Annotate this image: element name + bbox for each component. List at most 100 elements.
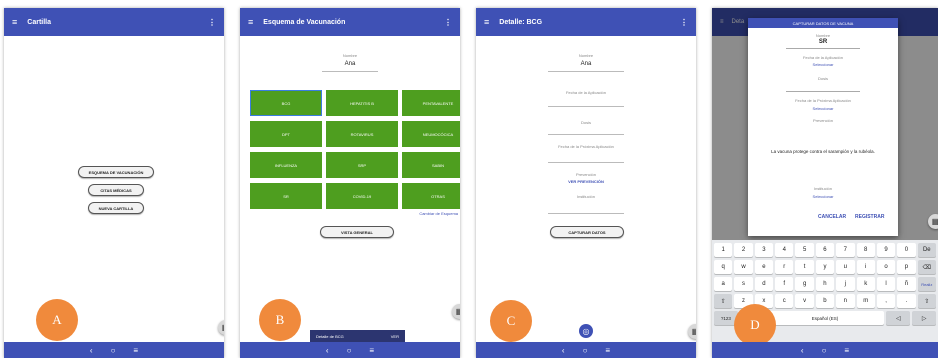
vaccine-tile-bcg[interactable]: BCG (250, 90, 322, 116)
qr-scan-icon[interactable]: ▦ (452, 304, 460, 319)
key[interactable]: a (714, 277, 733, 291)
home-icon[interactable]: ○ (822, 346, 827, 355)
key[interactable]: . (897, 294, 916, 308)
fab-camera-icon[interactable]: ◎ (579, 324, 593, 338)
vista-general-button[interactable]: VISTA GENERAL (320, 226, 394, 238)
key[interactable]: n (836, 294, 855, 308)
key[interactable]: d (754, 277, 774, 291)
citas-medicas-button[interactable]: CITAS MÉDICAS (88, 184, 144, 196)
capture-vaccine-dialog: CAPTURAR DATOS DE VACUNA Nombre SR Fecha… (748, 18, 898, 236)
menu-icon[interactable]: ≡ (248, 17, 253, 27)
key[interactable]: i (856, 260, 875, 274)
qr-scan-icon[interactable]: ▦ (928, 214, 938, 229)
key[interactable]: 4 (775, 243, 794, 257)
proxima-aplicacion-field[interactable] (548, 162, 624, 163)
vaccine-tile-sr[interactable]: SR (250, 183, 322, 209)
more-options-icon[interactable]: ⋮ (208, 18, 216, 27)
dialog-dosis-label: Dosis (817, 76, 828, 81)
key[interactable]: ñ (897, 277, 916, 291)
vaccine-tile-neumococica[interactable]: NEUMOCÓCICA (402, 121, 460, 147)
key[interactable]: t (795, 260, 814, 274)
vaccine-tile-sabin[interactable]: SABIN (402, 152, 460, 178)
ver-prevencion-link[interactable]: VER PREVENCIÓN (476, 179, 696, 184)
key[interactable]: 0 (897, 243, 916, 257)
vaccine-tile-otras[interactable]: OTRAS (402, 183, 460, 209)
back-icon[interactable]: ‹ (90, 346, 93, 355)
vaccine-tile-dpt[interactable]: DPT (250, 121, 322, 147)
dosis-input[interactable] (786, 91, 860, 92)
key[interactable]: j (836, 277, 855, 291)
home-icon[interactable]: ○ (111, 346, 116, 355)
more-options-icon[interactable]: ⋮ (444, 18, 452, 27)
fecha-aplicacion-field[interactable] (548, 106, 624, 107)
back-icon[interactable]: ‹ (562, 346, 565, 355)
key[interactable]: w (734, 260, 753, 274)
change-scheme-link[interactable]: Cambiar de Esquema (419, 211, 458, 216)
key[interactable]: b (815, 294, 835, 308)
register-button[interactable]: REGISTRAR (855, 214, 884, 220)
dosis-field[interactable] (548, 134, 624, 135)
home-icon[interactable]: ○ (347, 346, 352, 355)
key[interactable]: o (876, 260, 896, 274)
key[interactable]: q (714, 260, 733, 274)
key[interactable]: c (775, 294, 794, 308)
proxima-select-link[interactable]: Seleccionar (748, 106, 898, 111)
more-options-icon[interactable]: ⋮ (680, 18, 688, 27)
key[interactable]: u (836, 260, 855, 274)
cursor-left-icon[interactable]: ◁ (886, 311, 911, 325)
key[interactable]: 1 (714, 243, 733, 257)
vaccine-tile-hepatitis-b[interactable]: HEPATITIS B (326, 90, 398, 116)
vaccine-tile-covid-19[interactable]: COVID-19 (326, 183, 398, 209)
key[interactable]: k (856, 277, 875, 291)
capturar-datos-button[interactable]: CAPTURAR DATOS (550, 226, 624, 238)
cancel-button[interactable]: CANCELAR (818, 214, 846, 220)
key[interactable]: l (876, 277, 896, 291)
key[interactable]: p (897, 260, 916, 274)
qr-scan-icon[interactable]: ▦ (218, 320, 224, 335)
shift-icon[interactable]: ⇧ (714, 294, 733, 308)
key[interactable]: 6 (815, 243, 835, 257)
key[interactable]: e (754, 260, 774, 274)
backspace-icon[interactable]: ⌫ (917, 260, 936, 274)
key[interactable]: 2 (734, 243, 753, 257)
key[interactable]: m (856, 294, 875, 308)
recents-icon[interactable]: ≡ (133, 346, 138, 355)
vaccine-tile-pentavalente[interactable]: PENTAVALENTE (402, 90, 460, 116)
home-icon[interactable]: ○ (583, 346, 588, 355)
key[interactable]: f (775, 277, 794, 291)
key[interactable]: , (876, 294, 896, 308)
key[interactable]: g (795, 277, 814, 291)
vaccine-tile-influenza[interactable]: INFLUENZA (250, 152, 322, 178)
qr-scan-icon[interactable]: ▦ (688, 324, 696, 339)
back-icon[interactable]: ‹ (326, 346, 329, 355)
shift-icon[interactable]: ⇧ (917, 294, 936, 308)
recents-icon[interactable]: ≡ (844, 346, 849, 355)
back-icon[interactable]: ‹ (801, 346, 804, 355)
done-key[interactable]: Realiz (917, 277, 936, 291)
menu-icon[interactable]: ≡ (12, 17, 17, 27)
space-bar[interactable]: Español (ES) (765, 311, 885, 325)
cursor-right-icon[interactable]: ▷ (912, 311, 937, 325)
fecha-select-link[interactable]: Seleccionar (748, 62, 898, 67)
menu-icon[interactable]: ≡ (484, 17, 489, 27)
key[interactable]: 9 (876, 243, 896, 257)
key[interactable]: h (815, 277, 835, 291)
delete-key[interactable]: De (917, 243, 936, 257)
vaccine-tile-srp[interactable]: SRP (326, 152, 398, 178)
institution-select-link[interactable]: Seleccionar (748, 194, 898, 199)
key[interactable]: s (734, 277, 753, 291)
snackbar-ver-action[interactable]: VER (391, 334, 399, 339)
key[interactable]: v (795, 294, 814, 308)
key[interactable]: 7 (836, 243, 855, 257)
key[interactable]: 5 (795, 243, 814, 257)
key[interactable]: 8 (856, 243, 875, 257)
esquema-vacunacion-button[interactable]: ESQUEMA DE VACUNACIÓN (78, 166, 154, 178)
key[interactable]: y (815, 260, 835, 274)
nueva-cartilla-button[interactable]: NUEVA CARTILLA (88, 202, 144, 214)
key[interactable]: r (775, 260, 794, 274)
recents-icon[interactable]: ≡ (369, 346, 374, 355)
institution-field[interactable] (548, 213, 624, 214)
recents-icon[interactable]: ≡ (605, 346, 610, 355)
key[interactable]: 3 (754, 243, 774, 257)
vaccine-tile-rotavirus[interactable]: ROTAVIRUS (326, 121, 398, 147)
